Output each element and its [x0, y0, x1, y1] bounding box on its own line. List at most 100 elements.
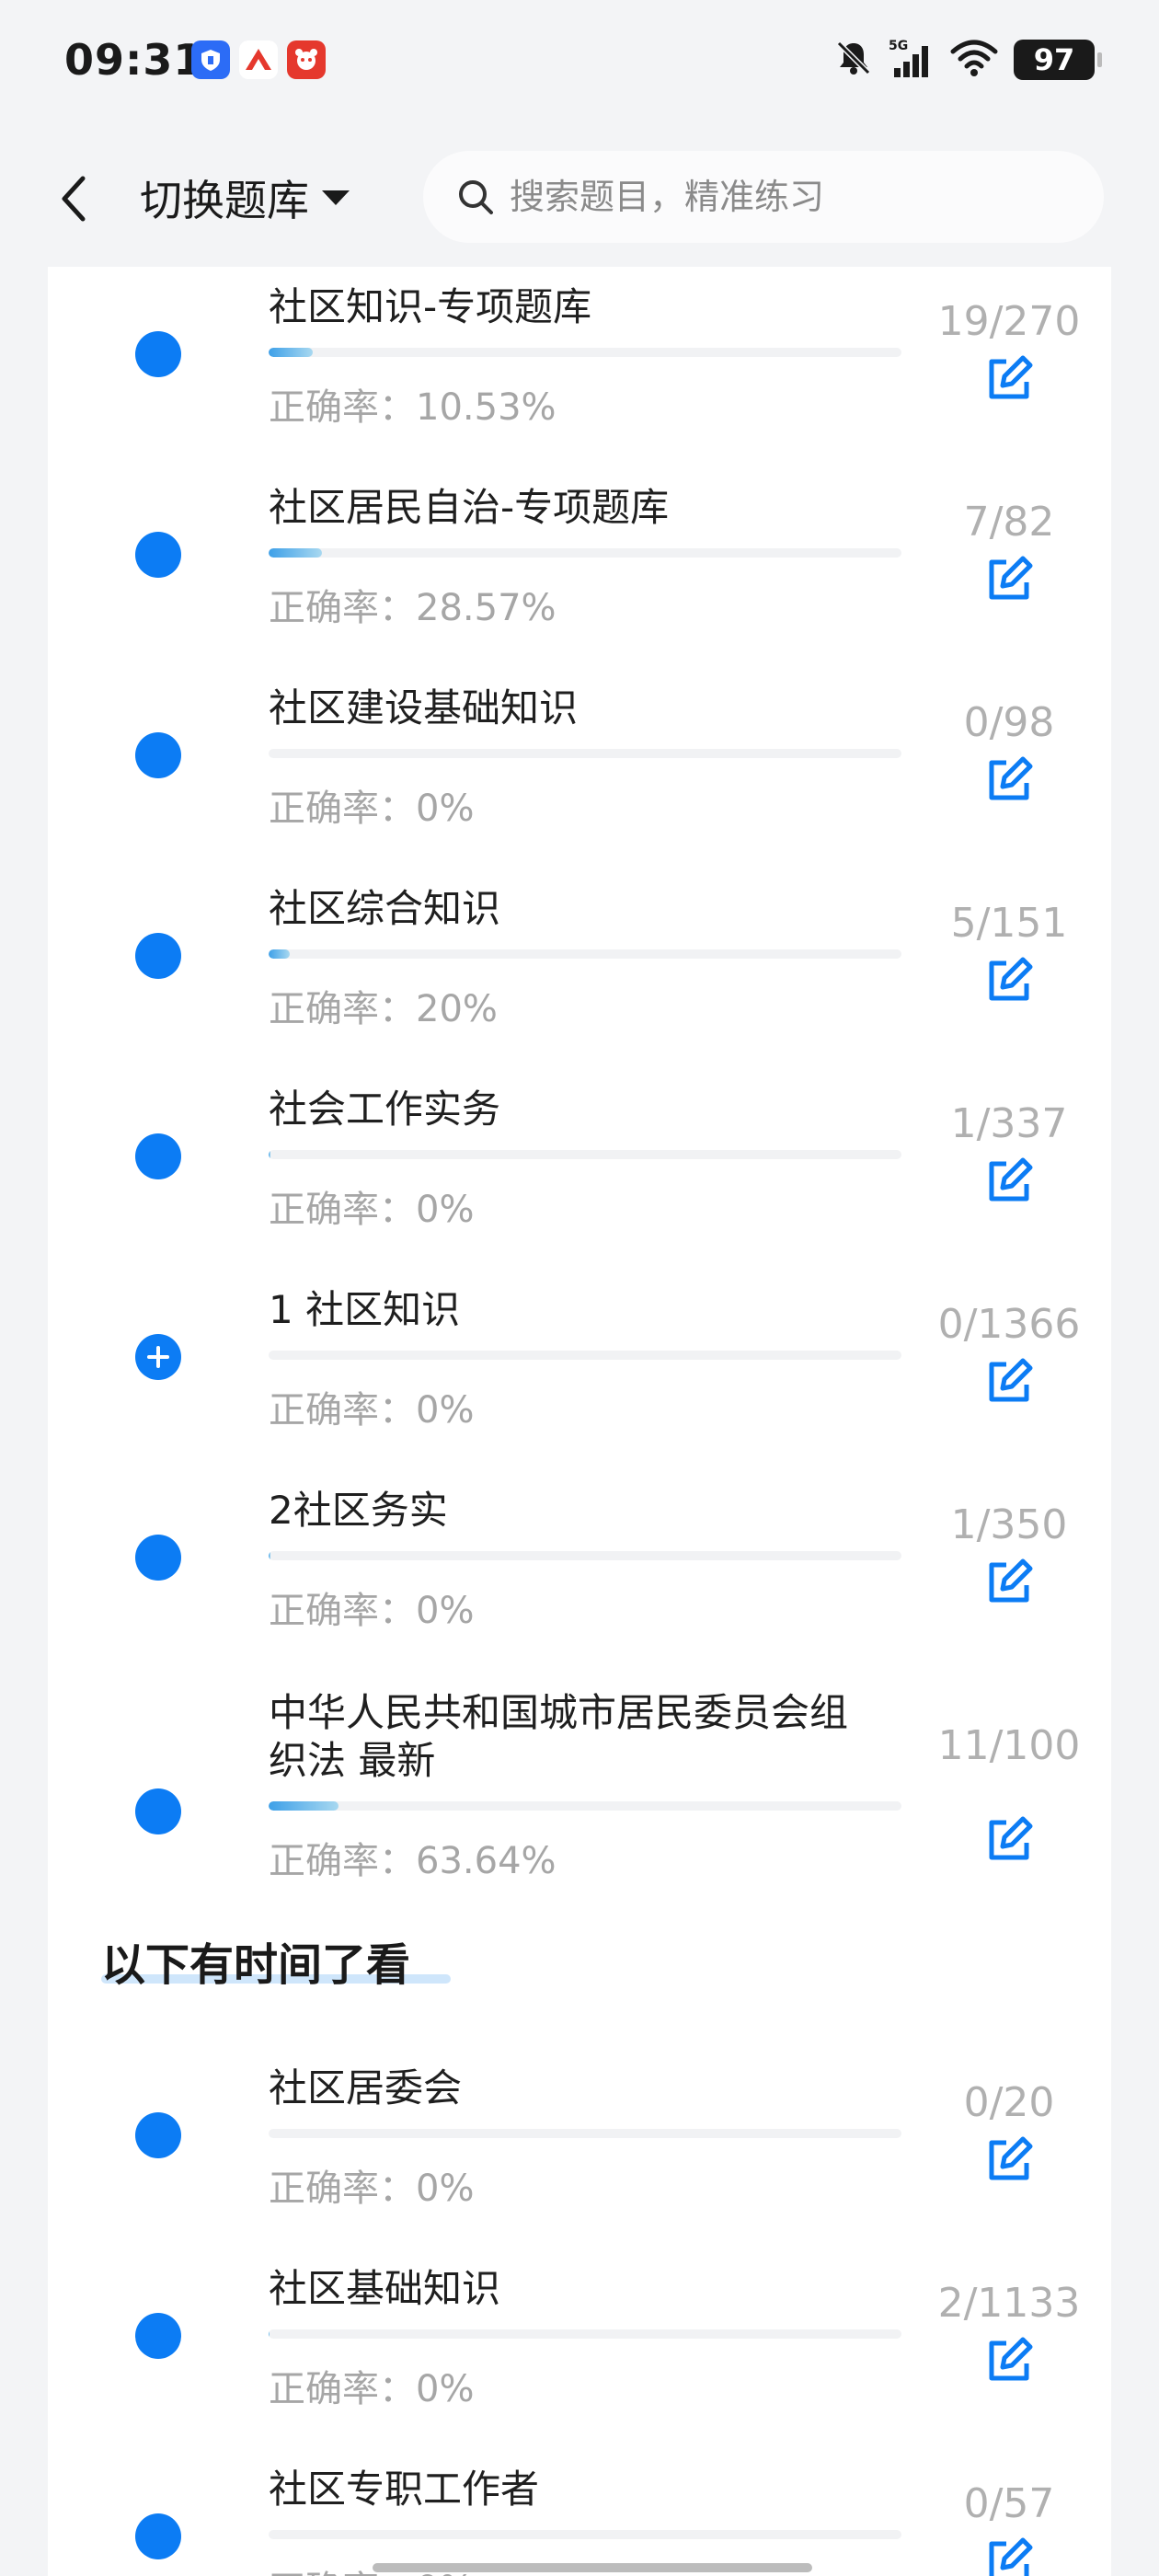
edit-icon: [989, 756, 1033, 800]
accuracy-label: 正确率：: [269, 988, 416, 1030]
edit-button[interactable]: [981, 1812, 1037, 1868]
accuracy-text: 正确率：28.57%: [269, 578, 557, 631]
list-item[interactable]: 社区居民自治-专项题库 正确率：28.57% 7/82: [48, 467, 1111, 668]
edit-button[interactable]: [981, 351, 1037, 407]
done-count: 0/98: [963, 699, 1055, 746]
list-item[interactable]: 社区专职工作者 正确率：0% 0/57: [48, 2449, 1111, 2576]
plus-circle-icon: [147, 1346, 169, 1368]
search-input[interactable]: [508, 176, 1063, 218]
bank-title: 社区综合知识: [269, 886, 501, 931]
bank-dot-icon: [135, 2513, 181, 2559]
done-count: 7/82: [963, 499, 1055, 546]
accuracy-label: 正确率：: [269, 587, 416, 629]
list-item[interactable]: 社区知识-专项题库 正确率：10.53% 19/270: [48, 267, 1111, 467]
bank-title: 社会工作实务: [269, 1087, 501, 1132]
bank-dot-icon: [135, 2112, 181, 2158]
accuracy-value: 0%: [416, 788, 475, 830]
accuracy-text: 正确率：0%: [269, 1179, 474, 1233]
edit-button[interactable]: [981, 1154, 1037, 1209]
progress-bar: [269, 2129, 901, 2138]
done-count: 11/100: [937, 1722, 1081, 1769]
progress-fill: [269, 1801, 339, 1811]
header-bar: 切换题库: [0, 129, 1159, 267]
accuracy-label: 正确率：: [269, 2168, 416, 2210]
edit-button[interactable]: [981, 753, 1037, 808]
accuracy-text: 正确率：10.53%: [269, 377, 557, 431]
edit-button[interactable]: [981, 953, 1037, 1008]
edit-button[interactable]: [981, 1354, 1037, 1409]
accuracy-value: 20%: [416, 988, 498, 1030]
bank-title: 中华人民共和国城市居民委员会组 织法 最新: [269, 1690, 849, 1783]
edit-button[interactable]: [981, 552, 1037, 607]
edit-button[interactable]: [981, 1555, 1037, 1610]
accuracy-text: 正确率：20%: [269, 979, 498, 1032]
bank-dot-icon: [135, 1133, 181, 1179]
progress-fill: [269, 2329, 270, 2339]
done-count: 2/1133: [937, 2280, 1081, 2327]
accuracy-value: 0%: [416, 1590, 475, 1632]
edit-icon: [989, 1358, 1033, 1402]
status-right: 5G 97: [833, 37, 1102, 83]
accuracy-label: 正确率：: [269, 2368, 416, 2410]
list-item[interactable]: 社区综合知识 正确率：20% 5/151: [48, 868, 1111, 1069]
accuracy-text: 正确率：0%: [269, 1581, 474, 1634]
accuracy-label: 正确率：: [269, 386, 416, 429]
accuracy-label: 正确率：: [269, 1389, 416, 1432]
edit-button[interactable]: [981, 2133, 1037, 2188]
app-mountain-icon: [239, 40, 278, 79]
edit-button[interactable]: [981, 2534, 1037, 2576]
app-shield-icon: [191, 40, 230, 79]
done-count: 1/337: [950, 1100, 1068, 1147]
bank-dot-icon: [135, 933, 181, 979]
switch-bank-label: 切换题库: [140, 176, 309, 225]
accuracy-label: 正确率：: [269, 788, 416, 830]
bank-title: 社区建设基础知识: [269, 685, 579, 730]
signal-icon: 5G: [889, 37, 935, 83]
list-item[interactable]: 社区居委会 正确率：0% 0/20: [48, 2048, 1111, 2248]
app-bear-icon: [287, 40, 326, 79]
edit-icon: [989, 2337, 1033, 2381]
edit-icon: [989, 2537, 1033, 2576]
home-indicator[interactable]: [373, 2563, 812, 2572]
accuracy-label: 正确率：: [269, 1840, 416, 1882]
accuracy-text: 正确率：0%: [269, 2359, 474, 2412]
progress-bar: [269, 1551, 901, 1560]
progress-bar: [269, 1801, 901, 1811]
done-count: 0/57: [963, 2480, 1055, 2527]
bank-dot-icon: [135, 732, 181, 778]
search-box[interactable]: [423, 151, 1104, 243]
progress-bar: [269, 348, 901, 357]
list-item[interactable]: 社区建设基础知识 正确率：0% 0/98: [48, 668, 1111, 868]
battery-indicator: 97: [1014, 40, 1102, 80]
progress-fill: [269, 548, 323, 558]
accuracy-label: 正确率：: [269, 1189, 416, 1231]
accuracy-value: 0%: [416, 1389, 475, 1432]
list-item[interactable]: 社会工作实务 正确率：0% 1/337: [48, 1069, 1111, 1270]
edit-button[interactable]: [981, 2333, 1037, 2388]
edit-icon: [989, 1157, 1033, 1202]
question-bank-list: 社区知识-专项题库 正确率：10.53% 19/270 社区居民自治-专项题库 …: [48, 267, 1111, 2576]
done-count: 1/350: [950, 1501, 1068, 1548]
expand-group-button[interactable]: [135, 1334, 181, 1380]
accuracy-text: 正确率：0%: [269, 1380, 474, 1433]
edit-icon: [989, 355, 1033, 399]
bell-off-icon: [833, 38, 874, 82]
bank-dot-icon: [135, 1788, 181, 1834]
bank-title: 社区居民自治-专项题库: [269, 485, 670, 530]
back-button[interactable]: [46, 162, 101, 236]
list-item[interactable]: 中华人民共和国城市居民委员会组 织法 最新 正确率：63.64% 11/100: [48, 1671, 1111, 1938]
chevron-left-icon: [62, 176, 86, 222]
search-icon: [459, 180, 493, 214]
wifi-icon: [949, 39, 999, 81]
accuracy-value: 63.64%: [416, 1840, 557, 1882]
list-item[interactable]: 1 社区知识 正确率：0% 0/1366: [48, 1270, 1111, 1470]
list-item[interactable]: 社区基础知识 正确率：0% 2/1133: [48, 2248, 1111, 2449]
bank-title: 社区知识-专项题库: [269, 284, 592, 329]
done-count: 5/151: [950, 900, 1068, 947]
section-title: 以下有时间了看: [101, 1939, 411, 1991]
done-count: 0/20: [963, 2079, 1055, 2126]
list-item[interactable]: 2社区务实 正确率：0% 1/350: [48, 1470, 1111, 1671]
edit-icon: [989, 2136, 1033, 2180]
switch-bank-dropdown[interactable]: 切换题库: [140, 166, 351, 230]
edit-icon: [989, 556, 1033, 600]
